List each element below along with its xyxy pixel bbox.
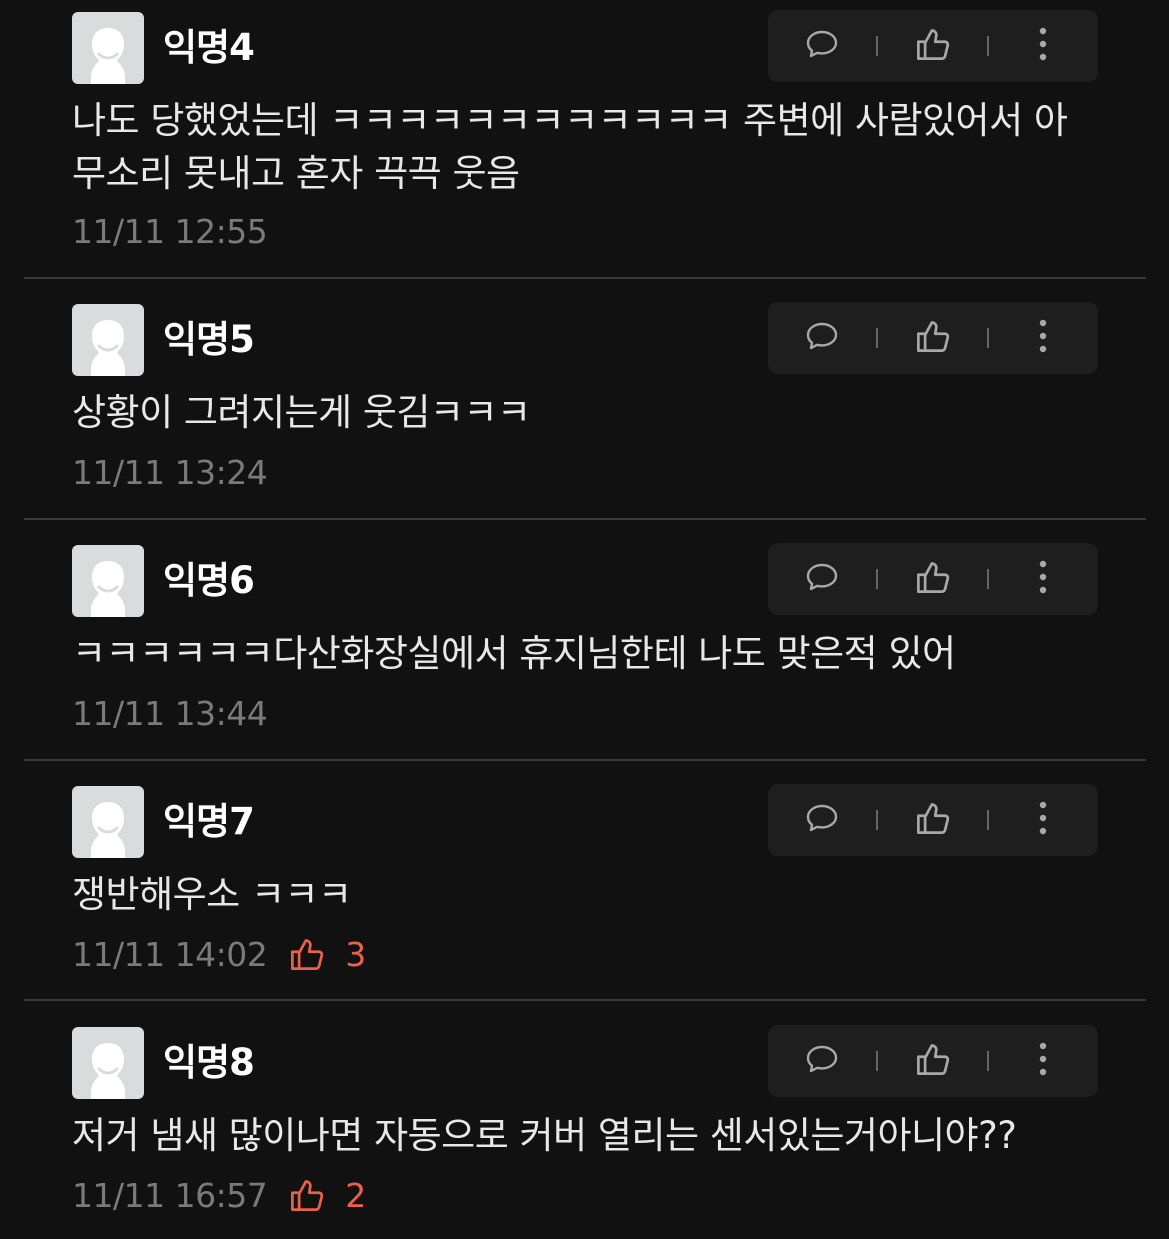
vertical-ellipsis-icon [1038,1042,1048,1080]
comment-text: 쟁반해우소 ㅋㅋㅋ [72,873,352,916]
thumbs-up-icon [915,26,951,66]
more-options-button[interactable] [1008,543,1078,615]
comment-text: 저거 냄새 많이나면 자동으로 커버 열리는 센서있는거아니야?? [72,1114,1017,1157]
comment-meta: 11/11 13:44 [72,692,268,734]
divider [24,518,1146,520]
comment-text: 상황이 그려지는게 웃김ㅋㅋㅋ [72,391,531,434]
comment-meta: 11/11 14:02 3 [72,933,366,975]
reply-button[interactable] [788,302,856,374]
comment-action-bar [768,302,1098,374]
comment-timestamp: 11/11 13:24 [72,452,268,492]
divider [24,999,1146,1001]
action-separator [987,569,989,589]
more-options-button[interactable] [1008,302,1078,374]
comment-action-bar [768,784,1098,856]
speech-bubble-icon [805,803,839,837]
like-count-value: 2 [345,1175,366,1215]
avatar-icon [72,786,144,858]
vertical-ellipsis-icon [1038,801,1048,839]
comment-timestamp: 11/11 14:02 [72,934,268,974]
vertical-ellipsis-icon [1038,27,1048,65]
comment-meta: 11/11 13:24 [72,451,268,493]
avatar-icon [72,304,144,376]
like-button[interactable] [898,1025,968,1097]
like-button[interactable] [898,302,968,374]
comment-timestamp: 11/11 16:57 [72,1175,268,1215]
like-button[interactable] [898,784,968,856]
avatar-icon [72,545,144,617]
reply-button[interactable] [788,1025,856,1097]
thumbs-up-icon [289,1177,335,1213]
comment-author: 익명4 [163,26,255,69]
thumbs-up-icon [915,1041,951,1081]
reply-button[interactable] [788,10,856,82]
action-separator [876,569,878,589]
like-count: 2 [289,1176,366,1215]
avatar-icon [72,1027,144,1099]
like-count-value: 3 [345,934,366,974]
speech-bubble-icon [805,562,839,596]
comment-author: 익명7 [163,800,255,843]
divider [24,759,1146,761]
divider [24,277,1146,279]
comment-meta: 11/11 16:57 2 [72,1174,366,1216]
reply-button[interactable] [788,784,856,856]
more-options-button[interactable] [1008,1025,1078,1097]
comment-author: 익명5 [163,318,255,361]
action-separator [987,36,989,56]
like-button[interactable] [898,10,968,82]
comment-text: 나도 당했었는데 ㅋㅋㅋㅋㅋㅋㅋㅋㅋㅋㅋㅋ 주변에 사람있어서 아무소리 못내고… [72,99,1068,195]
vertical-ellipsis-icon [1038,319,1048,357]
vertical-ellipsis-icon [1038,560,1048,598]
action-separator [876,810,878,830]
comment-meta: 11/11 12:55 [72,210,268,252]
like-count: 3 [289,935,366,974]
comment-author: 익명6 [163,559,255,602]
speech-bubble-icon [805,1044,839,1078]
action-separator [987,328,989,348]
comment-action-bar [768,543,1098,615]
like-button[interactable] [898,543,968,615]
thumbs-up-icon [915,318,951,358]
comment-action-bar [768,1025,1098,1097]
comment-timestamp: 11/11 13:44 [72,693,268,733]
action-separator [876,1051,878,1071]
more-options-button[interactable] [1008,10,1078,82]
action-separator [987,810,989,830]
comment-timestamp: 11/11 12:55 [72,211,268,251]
comment-action-bar [768,10,1098,82]
speech-bubble-icon [805,321,839,355]
more-options-button[interactable] [1008,784,1078,856]
speech-bubble-icon [805,29,839,63]
thumbs-up-icon [915,559,951,599]
action-separator [876,328,878,348]
action-separator [876,36,878,56]
comment-author: 익명8 [163,1041,255,1084]
thumbs-up-icon [915,800,951,840]
reply-button[interactable] [788,543,856,615]
avatar-icon [72,12,144,84]
thumbs-up-icon [289,936,335,972]
comment-text: ㅋㅋㅋㅋㅋㅋ다산화장실에서 휴지님한테 나도 맞은적 있어 [72,632,956,675]
action-separator [987,1051,989,1071]
